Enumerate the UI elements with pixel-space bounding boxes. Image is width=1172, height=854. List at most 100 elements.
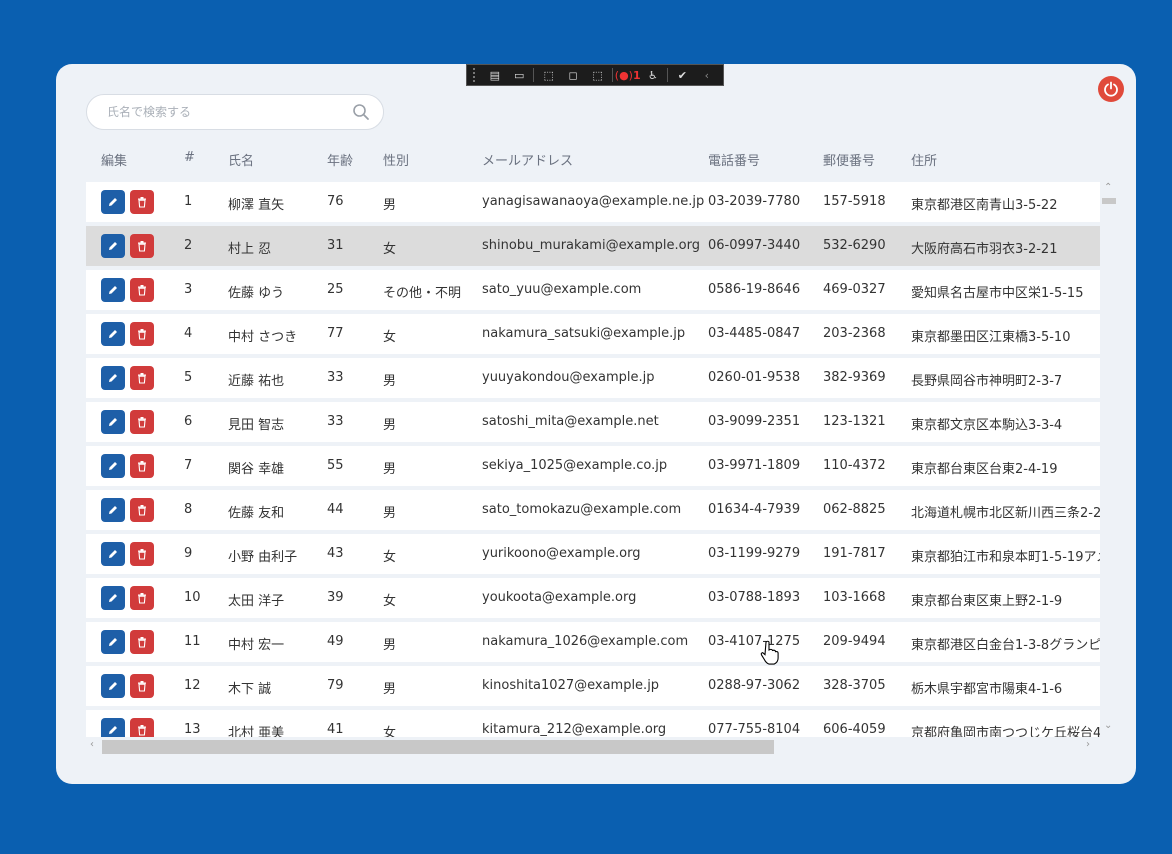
edit-button[interactable] [101,498,125,522]
table-row[interactable]: 3 佐藤 ゆう 25 その他・不明 sato_yuu@example.com 0586-1… [86,270,1100,310]
header-name[interactable]: 氏名 [228,150,254,169]
scroll-right-icon[interactable]: › [1086,739,1090,750]
delete-button[interactable] [130,322,154,346]
cell-address: 東京都港区白金台1-3-8グランピア [911,638,1100,653]
cell-email: kitamura_212@example.org [482,722,667,737]
cell-postal: 191-7817 [823,546,886,561]
table-row[interactable]: 9 小野 由利子 43 女 yurikoono@example.org 03-1199-9… [86,534,1100,574]
table-row[interactable]: 4 中村 さつき 77 女 nakamura_satsuki@example.jp 03-… [86,314,1100,354]
vertical-scroll-thumb[interactable] [1102,198,1116,204]
table-row[interactable]: 5 近藤 祐也 33 男 yuuyakondou@example.jp 0260-01-9… [86,358,1100,398]
edit-button[interactable] [101,366,125,390]
scroll-up-icon[interactable]: ⌃ [1104,182,1112,193]
delete-button[interactable] [130,498,154,522]
cell-email: sekiya_1025@example.co.jp [482,458,668,473]
select-element-icon[interactable]: ⬚ [538,67,558,83]
cell-phone: 0586-19-8646 [708,282,801,297]
pencil-icon [109,198,117,206]
edit-button[interactable] [101,586,125,610]
header-gender[interactable]: 性別 [383,150,409,169]
pencil-icon [109,462,117,470]
cell-num: 12 [184,678,201,693]
table-row[interactable]: 6 見田 智志 33 男 satoshi_mita@example.net 03-9099… [86,402,1100,442]
toolbar-grip[interactable] [473,68,481,82]
edit-button[interactable] [101,234,125,258]
cell-age: 33 [327,370,344,385]
live-tree-icon[interactable]: ▤ [485,67,505,83]
pencil-icon [109,682,117,690]
pencil-icon [109,242,117,250]
record-video-icon[interactable]: ▭ [509,67,529,83]
edit-button[interactable] [101,674,125,698]
search-box [86,94,384,130]
delete-button[interactable] [130,630,154,654]
edit-button[interactable] [101,630,125,654]
table-row[interactable]: 13 北村 亜美 41 女 kitamura_212@example.org 077-75… [86,710,1100,737]
cell-num: 8 [184,502,193,517]
header-email[interactable]: メールアドレス [482,150,573,169]
delete-button[interactable] [130,674,154,698]
cell-postal: 110-4372 [823,458,886,473]
cell-num: 1 [184,194,193,209]
table-body: 1 柳澤 直矢 76 男 yanagisawanaoya@example.ne.jp 03… [86,182,1100,737]
horizontal-scroll-thumb[interactable] [102,740,774,754]
edit-button[interactable] [101,322,125,346]
scroll-down-icon[interactable]: ⌄ [1104,720,1112,731]
table-row[interactable]: 2 村上 忍 31 女 shinobu_murakami@example.org 06-0… [86,226,1100,266]
edit-button[interactable] [101,190,125,214]
cell-address: 長野県岡谷市神明町2-3-7 [911,374,1063,389]
header-phone[interactable]: 電話番号 [708,150,760,169]
delete-button[interactable] [130,718,154,737]
table-row[interactable]: 10 太田 洋子 39 女 youkoota@example.org 03-0788-18… [86,578,1100,618]
search-icon[interactable] [351,102,371,122]
delete-button[interactable] [130,366,154,390]
cell-postal: 062-8825 [823,502,886,517]
scroll-left-icon[interactable]: ‹ [90,739,94,750]
cell-address: 東京都台東区東上野2-1-9 [911,594,1063,609]
horizontal-scrollbar[interactable]: ‹ › [86,737,1100,755]
delete-button[interactable] [130,454,154,478]
edit-button[interactable] [101,718,125,737]
debug-toolbar: ▤ ▭ ⬚ ◻ ⬚ (●) 1 ♿ ✔ ‹ [466,64,724,86]
edit-button[interactable] [101,278,125,302]
accessibility-icon[interactable]: ♿ [643,67,663,83]
cell-phone: 0288-97-3062 [708,678,801,693]
header-postal[interactable]: 郵便番号 [823,150,875,169]
hand-cursor-icon [760,640,779,665]
edit-button[interactable] [101,454,125,478]
table-row[interactable]: 7 関谷 幸雄 55 男 sekiya_1025@example.co.jp 03-997… [86,446,1100,486]
pencil-icon [109,418,117,426]
delete-button[interactable] [130,190,154,214]
header-num[interactable]: # [184,150,195,165]
vertical-scrollbar[interactable]: ⌃ ⌄ [1100,182,1116,737]
collapse-chevron-icon[interactable]: ‹ [697,67,717,83]
binding-failures-icon[interactable]: (●) 1 [615,67,641,83]
table-row[interactable]: 8 佐藤 友和 44 男 sato_tomokazu@example.com 01634-… [86,490,1100,530]
header-age[interactable]: 年齢 [327,150,353,169]
edit-button[interactable] [101,542,125,566]
delete-button[interactable] [130,586,154,610]
cell-gender: その他・不明 [383,286,462,301]
cell-num: 11 [184,634,201,649]
delete-button[interactable] [130,234,154,258]
cell-name: 関谷 幸雄 [228,462,285,477]
checkmark-icon[interactable]: ✔ [672,67,692,83]
edit-button[interactable] [101,410,125,434]
delete-button[interactable] [130,542,154,566]
table-row[interactable]: 11 中村 宏一 49 男 nakamura_1026@example.com 03-41… [86,622,1100,662]
cell-email: sato_tomokazu@example.com [482,502,682,517]
cell-name: 近藤 祐也 [228,374,285,389]
table-row[interactable]: 12 木下 誠 79 男 kinoshita1027@example.jp 0288-97… [86,666,1100,706]
preview-selection-icon[interactable]: ⬚ [587,67,607,83]
cell-address: 東京都港区南青山3-5-22 [911,198,1058,213]
table-row[interactable]: 1 柳澤 直矢 76 男 yanagisawanaoya@example.ne.jp 03… [86,182,1100,222]
power-button[interactable] [1098,76,1124,102]
delete-button[interactable] [130,278,154,302]
header-address[interactable]: 住所 [911,150,937,169]
cell-gender: 女 [383,726,397,737]
search-input[interactable] [87,104,351,120]
display-layout-icon[interactable]: ◻ [563,67,583,83]
delete-button[interactable] [130,410,154,434]
cell-age: 39 [327,590,344,605]
cell-gender: 女 [383,330,397,345]
